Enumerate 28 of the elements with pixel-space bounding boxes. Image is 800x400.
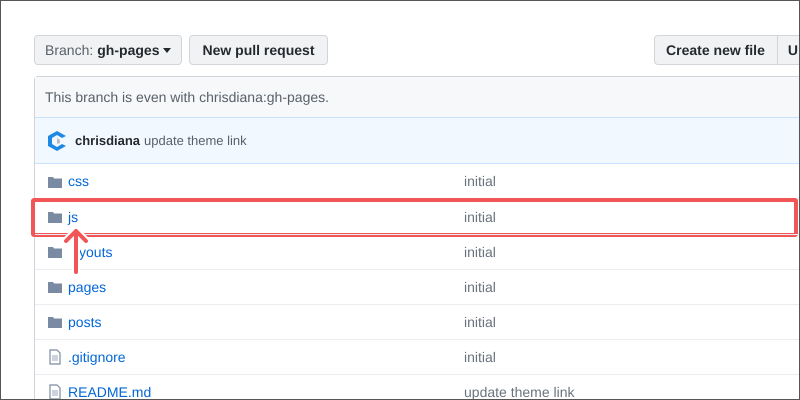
toolbar-button[interactable]: Create new file bbox=[654, 35, 778, 65]
file-name-link[interactable]: js bbox=[68, 206, 78, 228]
new-pull-request-button[interactable]: New pull request bbox=[189, 35, 328, 65]
caret-icon bbox=[163, 48, 172, 52]
branch-selector[interactable]: Branch: gh-pages bbox=[34, 35, 182, 65]
commit-message-link[interactable]: initial bbox=[464, 171, 496, 192]
folder-icon bbox=[48, 211, 62, 223]
folder-icon bbox=[48, 246, 62, 258]
commit-message-link[interactable]: initial bbox=[464, 206, 496, 228]
branch-status-text: This branch is even with chrisdiana:gh-pages. bbox=[45, 88, 330, 107]
file-name-link[interactable]: .gitignore bbox=[68, 346, 126, 368]
file-name-link[interactable]: pages bbox=[68, 276, 106, 298]
commit-author[interactable]: chrisdiana bbox=[75, 130, 140, 150]
folder-icon bbox=[48, 281, 62, 293]
commit-message-link[interactable]: initial bbox=[464, 346, 496, 368]
commit-message-link[interactable]: initial bbox=[464, 312, 496, 332]
commit-message-link[interactable]: initial bbox=[464, 242, 496, 262]
file-name-link[interactable]: css bbox=[68, 171, 89, 192]
file-name-link[interactable]: youts bbox=[79, 242, 112, 262]
file-icon bbox=[49, 349, 61, 365]
folder-icon bbox=[48, 316, 62, 328]
commit-message[interactable]: update theme link bbox=[144, 130, 247, 150]
avatar-icon bbox=[47, 130, 67, 152]
folder-icon bbox=[48, 176, 62, 188]
commit-message-link[interactable]: initial bbox=[464, 276, 496, 298]
toolbar-button[interactable]: U bbox=[778, 35, 799, 65]
file-name-link[interactable]: posts bbox=[68, 312, 102, 332]
file-name-link[interactable]: README.md bbox=[68, 382, 152, 399]
